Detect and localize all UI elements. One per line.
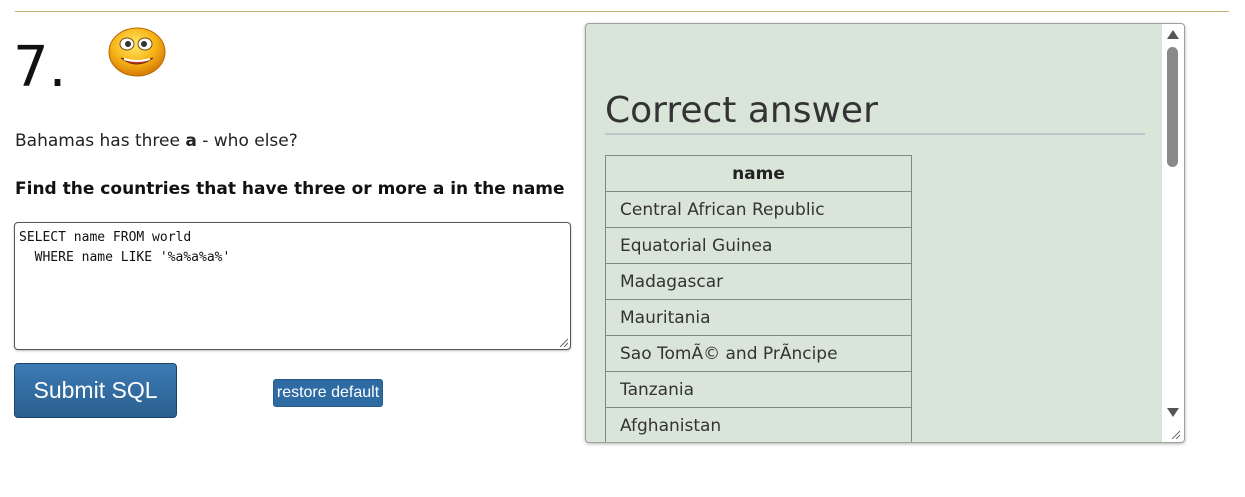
table-row: Equatorial Guinea — [605, 227, 912, 264]
restore-default-button[interactable]: restore default — [273, 379, 383, 407]
column-header-name: name — [605, 155, 912, 192]
table-cell: Afghanistan — [605, 407, 912, 442]
title-underline — [605, 133, 1145, 135]
scroll-thumb[interactable] — [1167, 47, 1178, 167]
table-row: Tanzania — [605, 371, 912, 408]
resize-grip-icon[interactable] — [558, 337, 568, 347]
scroll-up-arrow-icon[interactable] — [1167, 30, 1179, 39]
intro-suffix: - who else? — [196, 131, 298, 151]
answer-title: Correct answer — [605, 90, 878, 131]
scroll-down-arrow-icon[interactable] — [1167, 408, 1179, 417]
answer-table: name Central African Republic Equatorial… — [605, 155, 912, 442]
submit-sql-button[interactable]: Submit SQL — [14, 363, 177, 418]
panel-scrollbar[interactable] — [1162, 24, 1184, 442]
smiley-face-icon — [108, 27, 166, 77]
table-row: Central African Republic — [605, 191, 912, 228]
resize-grip-icon[interactable] — [1170, 429, 1180, 439]
table-cell: Tanzania — [605, 371, 912, 408]
table-cell: Madagascar — [605, 263, 912, 300]
table-cell: Equatorial Guinea — [605, 227, 912, 264]
question-intro: Bahamas has three a - who else? — [15, 131, 298, 151]
task-heading: Find the countries that have three or mo… — [15, 179, 565, 199]
sql-editor[interactable]: SELECT name FROM world WHERE name LIKE '… — [14, 222, 571, 350]
table-header-row: name — [605, 155, 912, 192]
table-cell: Sao TomÃ© and PrÃ­ncipe — [605, 335, 912, 372]
sql-editor-text[interactable]: SELECT name FROM world WHERE name LIKE '… — [19, 228, 230, 268]
table-row: Mauritania — [605, 299, 912, 336]
intro-bold-letter: a — [185, 131, 197, 151]
table-cell: Central African Republic — [605, 191, 912, 228]
table-row: Sao TomÃ© and PrÃ­ncipe — [605, 335, 912, 372]
table-row: Afghanistan — [605, 407, 912, 442]
top-divider — [15, 11, 1229, 12]
table-cell: Mauritania — [605, 299, 912, 336]
correct-answer-panel[interactable]: Correct answer name Central African Repu… — [585, 23, 1185, 443]
table-row: Madagascar — [605, 263, 912, 300]
question-number: 7. — [13, 35, 67, 100]
intro-prefix: Bahamas has three — [15, 131, 186, 151]
